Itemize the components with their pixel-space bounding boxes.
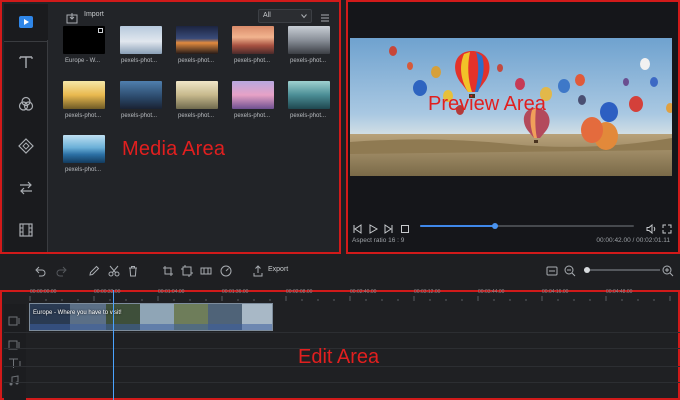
zoom-knob[interactable] — [584, 267, 590, 273]
media-thumb[interactable] — [176, 26, 218, 54]
media-item-label: pexels-phot... — [65, 167, 102, 173]
media-item-label: pexels-phot... — [178, 58, 215, 64]
edit-panel: 00:00:00.00 00:00:32.00 00:01:04.00 00:0… — [0, 289, 680, 400]
media-item-label: Europe - W... — [65, 58, 101, 64]
edit-toolbar: Export — [0, 259, 680, 281]
playhead[interactable] — [113, 290, 114, 400]
filter-select[interactable]: All — [258, 9, 312, 23]
preview-panel: Preview Area Aspect ratio 16: 9 00:00:4… — [346, 0, 680, 254]
media-thumb[interactable] — [176, 81, 218, 109]
timeline-ruler[interactable]: 00:00:00.00 00:00:32.00 00:01:04.00 00:0… — [4, 289, 680, 302]
step-back-icon[interactable] — [352, 221, 362, 234]
step-forward-icon[interactable] — [384, 221, 394, 234]
tool-rail — [4, 4, 48, 252]
list-menu-icon[interactable] — [320, 10, 330, 22]
video-track-icon[interactable] — [8, 314, 22, 328]
media-item-label: pexels-phot... — [121, 58, 158, 64]
progress-fill — [420, 225, 495, 227]
media-toolbar: Import All — [50, 6, 340, 28]
media-thumb[interactable] — [288, 26, 330, 54]
filter-value: All — [263, 12, 271, 19]
progress-slider[interactable] — [420, 223, 634, 229]
undo-icon[interactable] — [34, 264, 46, 277]
zoom-in-icon[interactable] — [662, 264, 674, 277]
media-item-label: pexels-phot... — [234, 113, 271, 119]
zoom-slider[interactable] — [584, 267, 660, 273]
trash-icon[interactable] — [127, 264, 139, 277]
preview-area-annotation: Preview Area — [428, 93, 546, 115]
media-thumb-europe[interactable] — [63, 26, 105, 54]
aspect-ratio-label: Aspect ratio 16 : 9 — [352, 237, 405, 244]
media-thumb[interactable] — [120, 81, 162, 109]
media-item-label: pexels-phot... — [234, 58, 271, 64]
export-button[interactable]: Export — [268, 266, 288, 273]
pencil-icon[interactable] — [88, 264, 100, 276]
resize-icon[interactable] — [181, 264, 193, 277]
fullscreen-icon[interactable] — [662, 221, 672, 234]
stop-icon[interactable] — [400, 221, 410, 233]
text-track-icon[interactable] — [8, 356, 22, 370]
timecode: 00:00:42.00 / 00:02:01.11 — [596, 237, 670, 244]
volume-icon[interactable] — [646, 221, 656, 235]
text-icon[interactable] — [12, 48, 40, 76]
play-icon[interactable] — [368, 221, 379, 234]
freeze-frame-icon[interactable] — [200, 264, 212, 276]
media-item-label: pexels-phot... — [65, 113, 102, 119]
progress-knob[interactable] — [491, 223, 498, 229]
media-panel: Import All Europe - W... pexels-phot... … — [0, 0, 341, 254]
audio-track-icon[interactable] — [8, 374, 22, 388]
fit-timeline-icon[interactable] — [546, 264, 558, 276]
media-item-label: pexels-phot... — [290, 58, 327, 64]
effects-icon[interactable] — [12, 90, 40, 118]
crop-icon[interactable] — [162, 264, 174, 276]
media-thumb[interactable] — [63, 81, 105, 109]
clip-title: Europe - Where you have to visit! — [33, 310, 122, 316]
media-thumb[interactable] — [63, 135, 105, 163]
transition-icon[interactable] — [12, 174, 40, 202]
chevron-down-icon — [301, 13, 307, 21]
media-thumb[interactable] — [288, 81, 330, 109]
track-headers — [4, 304, 26, 400]
playback-controls — [350, 216, 676, 236]
edit-area-annotation: Edit Area — [298, 346, 380, 368]
zoom-out-icon[interactable] — [564, 264, 576, 277]
film-icon[interactable] — [12, 216, 40, 244]
export-icon[interactable] — [252, 264, 264, 277]
media-thumb[interactable] — [232, 26, 274, 54]
media-icon[interactable] — [12, 8, 40, 36]
media-item-label: pexels-phot... — [290, 113, 327, 119]
scissors-icon[interactable] — [108, 264, 120, 277]
redo-icon[interactable] — [56, 264, 68, 277]
video-clip[interactable]: Europe - Where you have to visit! — [29, 303, 273, 331]
import-icon[interactable] — [66, 11, 78, 24]
import-button[interactable]: Import — [84, 11, 104, 18]
overlay-icon[interactable] — [12, 132, 40, 160]
video-editor-window: Import All Europe - W... pexels-phot... … — [0, 0, 680, 400]
media-item-label: pexels-phot... — [121, 113, 158, 119]
media-item-label: pexels-phot... — [178, 113, 215, 119]
media-thumb[interactable] — [232, 81, 274, 109]
speed-icon[interactable] — [220, 264, 232, 277]
overlay-track-icon[interactable] — [8, 338, 22, 352]
media-area-annotation: Media Area — [122, 138, 226, 160]
media-thumb[interactable] — [120, 26, 162, 54]
